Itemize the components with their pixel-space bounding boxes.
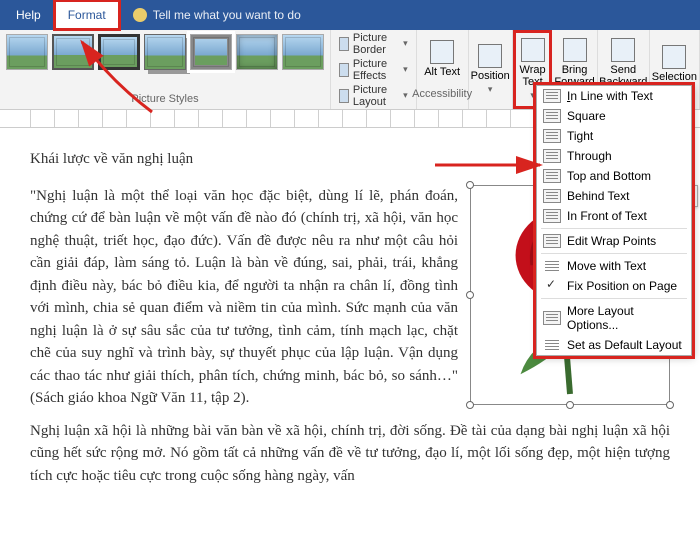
tell-me-label: Tell me what you want to do <box>153 8 301 22</box>
blank-icon <box>543 338 561 352</box>
menu-behind[interactable]: Behind Text <box>537 186 691 206</box>
menu-tight[interactable]: Tight <box>537 126 691 146</box>
resize-handle[interactable] <box>466 291 474 299</box>
wrap-front-icon <box>543 209 561 223</box>
alt-text-icon <box>430 40 454 64</box>
menu-fix-position[interactable]: Fix Position on Page <box>537 276 691 296</box>
send-backward-icon <box>611 38 635 62</box>
annotation-arrow <box>72 32 162 122</box>
menu-front[interactable]: In Front of Text <box>537 206 691 226</box>
bulb-icon <box>133 8 147 22</box>
picture-options: Picture Border▾ Picture Effects▾ Picture… <box>331 30 417 109</box>
wrap-inline-icon <box>543 89 561 103</box>
tell-me-search[interactable]: Tell me what you want to do <box>133 8 301 22</box>
style-thumb[interactable] <box>6 34 48 70</box>
menu-set-default[interactable]: Set as Default Layout <box>537 335 691 355</box>
position-button[interactable]: Position▾ <box>469 30 513 109</box>
menu-edit-wrap-points[interactable]: Edit Wrap Points <box>537 231 691 251</box>
menu-more-layout[interactable]: More Layout Options... <box>537 301 691 335</box>
doc-paragraph: Nghị luận xã hội là những bài văn bàn về… <box>30 420 670 488</box>
style-thumb[interactable] <box>236 34 278 70</box>
tab-help[interactable]: Help <box>4 2 53 28</box>
annotation-arrow <box>430 140 550 190</box>
layout-icon <box>339 89 349 103</box>
radio-icon <box>543 259 561 273</box>
alt-text-button[interactable]: Alt Text Accessibility <box>417 30 469 109</box>
selection-pane-icon <box>662 45 686 69</box>
bring-forward-icon <box>563 38 587 62</box>
resize-handle[interactable] <box>666 401 674 409</box>
style-thumb[interactable] <box>282 34 324 70</box>
menu-through[interactable]: Through <box>537 146 691 166</box>
picture-effects-button[interactable]: Picture Effects▾ <box>339 58 408 82</box>
menu-separator <box>541 228 687 229</box>
picture-border-button[interactable]: Picture Border▾ <box>339 32 408 56</box>
effects-icon <box>339 63 349 77</box>
tab-format[interactable]: Format <box>53 0 121 31</box>
menu-separator <box>541 253 687 254</box>
picture-layout-button[interactable]: Picture Layout▾ <box>339 84 408 108</box>
wrap-square-icon <box>543 109 561 123</box>
title-tabs: Help Format Tell me what you want to do <box>0 0 700 30</box>
menu-square[interactable]: Square <box>537 106 691 126</box>
style-thumb[interactable] <box>190 34 232 70</box>
more-layout-icon <box>543 311 561 325</box>
resize-handle[interactable] <box>466 401 474 409</box>
wrap-text-menu: IIn Line with Textn Line with Text Squar… <box>536 85 692 356</box>
position-icon <box>478 44 502 68</box>
edit-points-icon <box>543 234 561 248</box>
menu-inline[interactable]: IIn Line with Textn Line with Text <box>537 86 691 106</box>
wrap-text-icon <box>521 38 545 62</box>
resize-handle[interactable] <box>566 401 574 409</box>
menu-top-bottom[interactable]: Top and Bottom <box>537 166 691 186</box>
menu-move-with-text[interactable]: Move with Text <box>537 256 691 276</box>
menu-separator <box>541 298 687 299</box>
wrap-behind-icon <box>543 189 561 203</box>
border-icon <box>339 37 349 51</box>
check-icon <box>543 279 561 293</box>
group-label-accessibility: Accessibility <box>412 84 472 100</box>
picture-styles-group: Picture Styles <box>0 30 331 109</box>
